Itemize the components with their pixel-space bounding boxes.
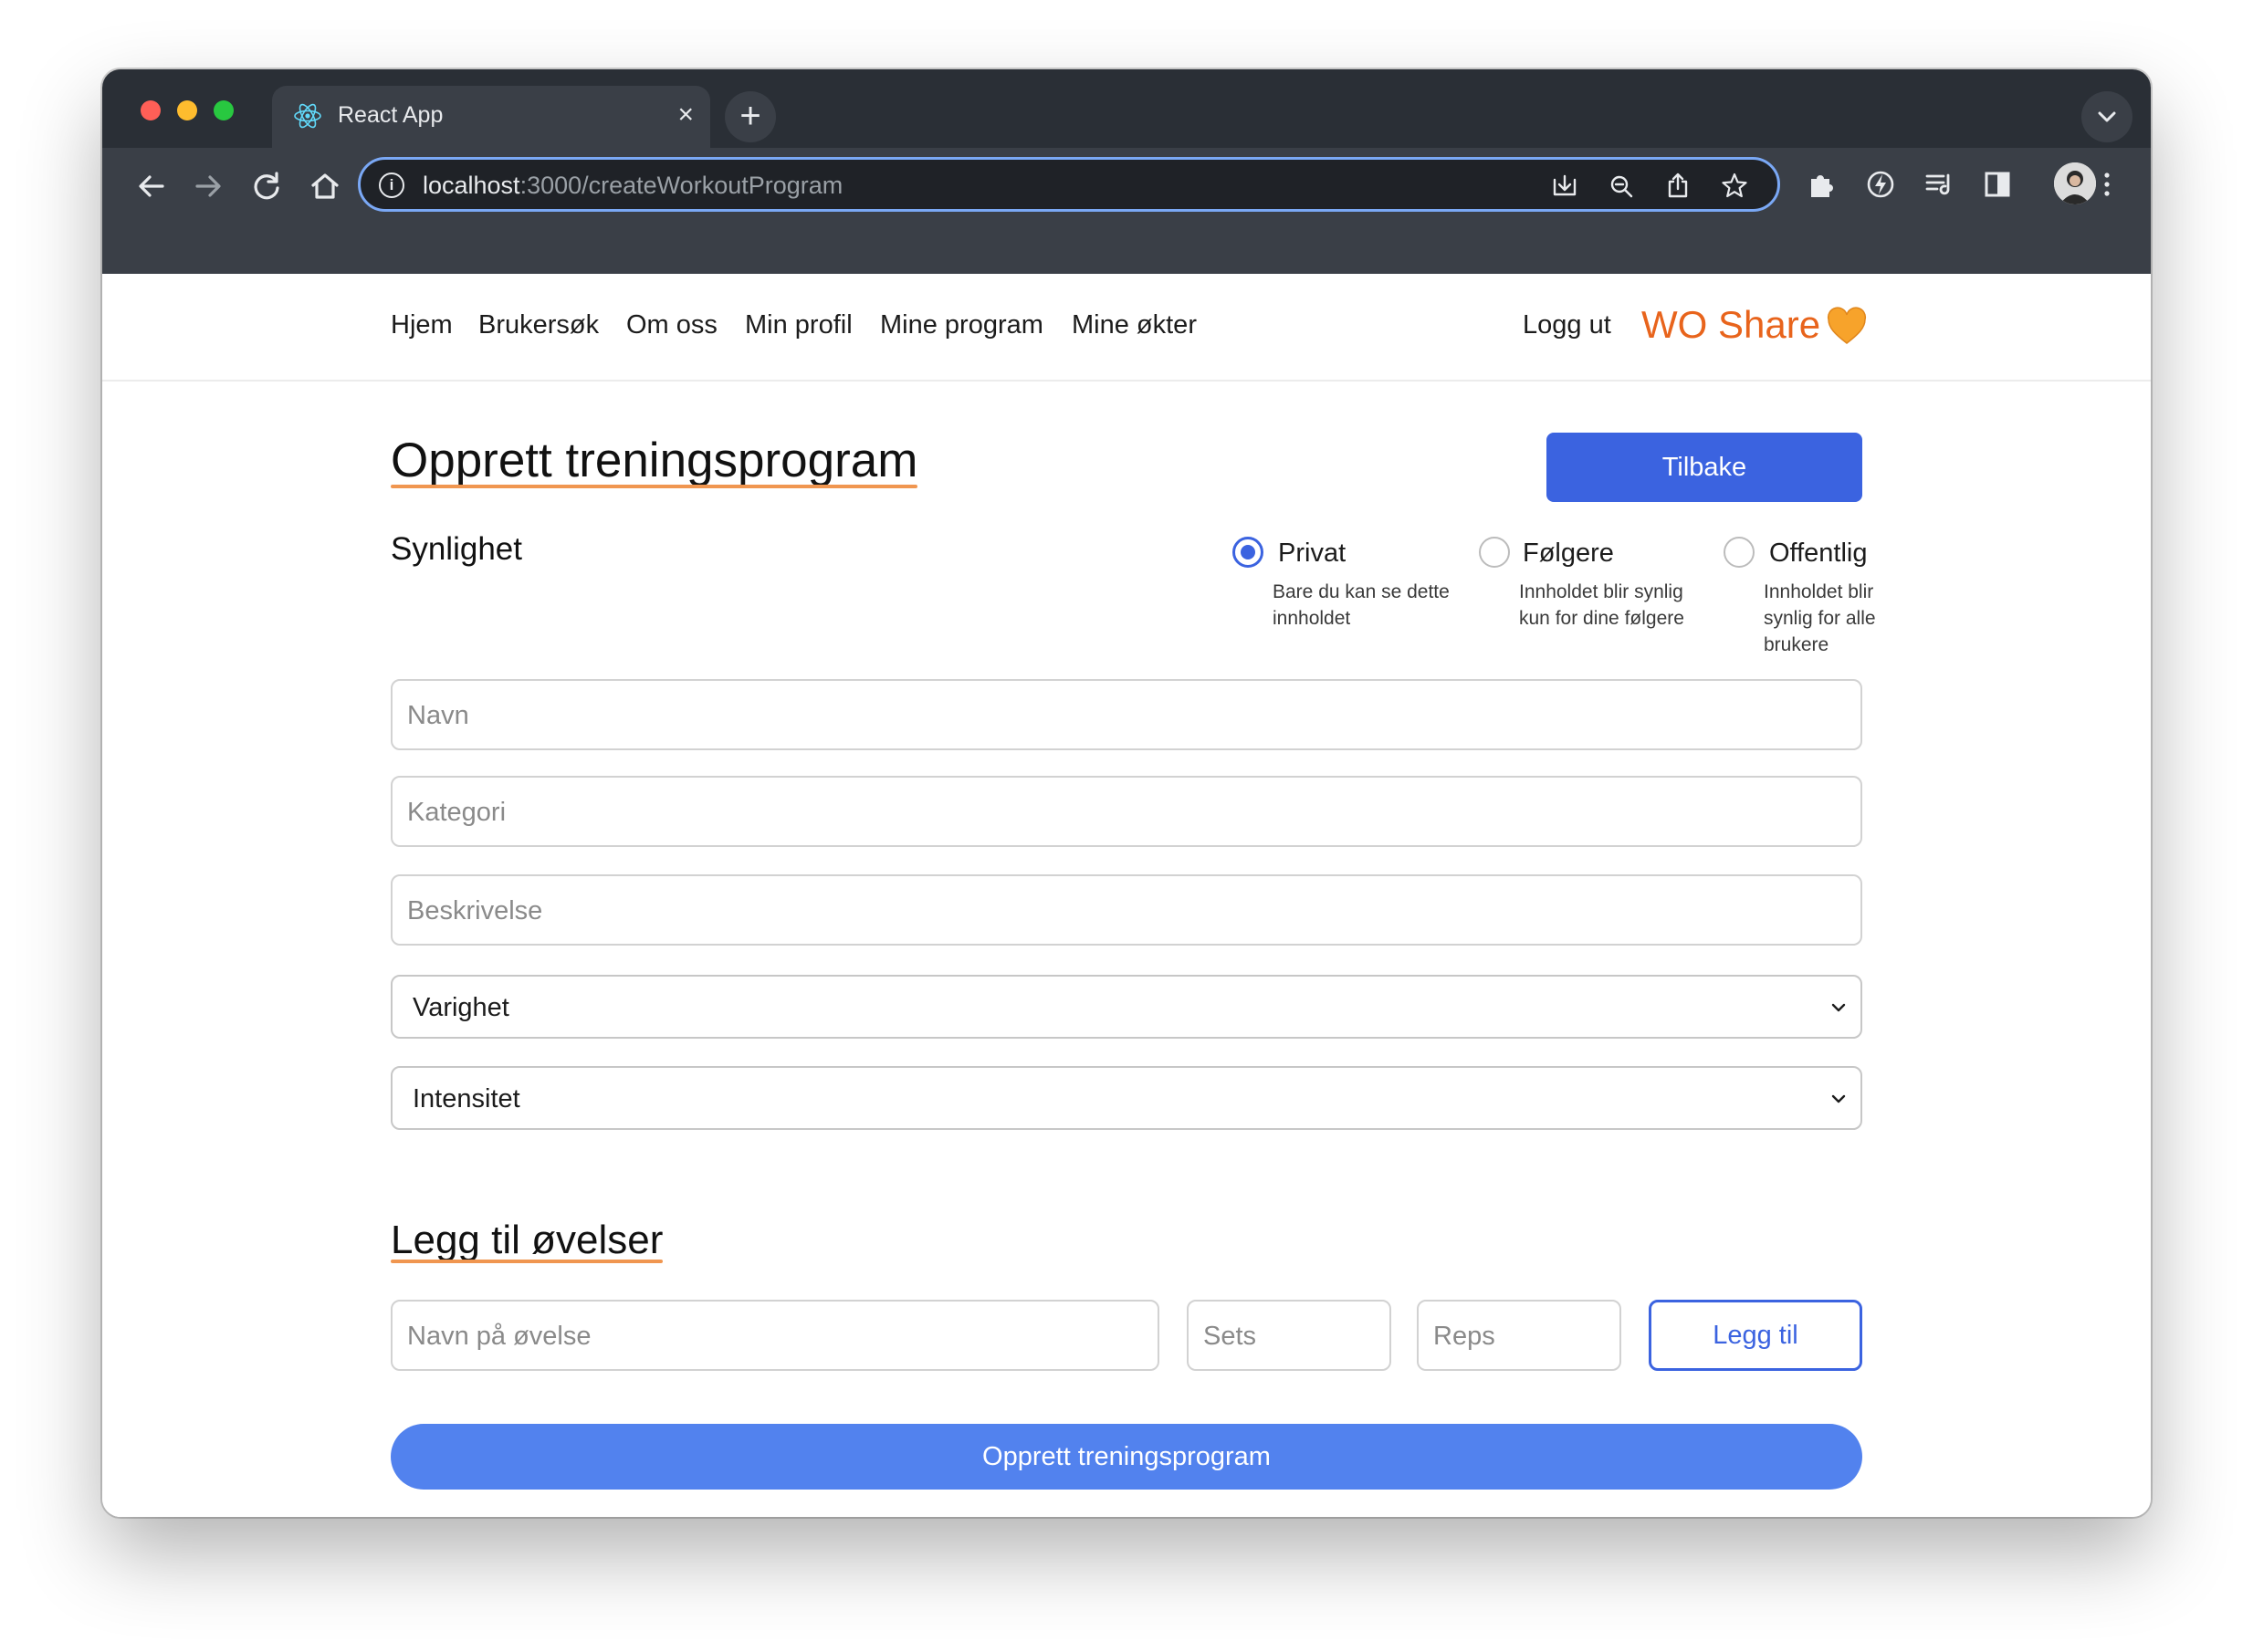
bookmark-star-icon[interactable] xyxy=(1719,171,1750,202)
tab-search-button[interactable] xyxy=(2081,91,2132,142)
orange-heart-icon xyxy=(1827,307,1867,344)
share-icon[interactable] xyxy=(1662,171,1693,202)
more-menu-icon[interactable] xyxy=(2089,166,2125,203)
browser-chrome: React App × + i localhost:3000/createWor… xyxy=(102,69,2151,274)
close-window-button[interactable] xyxy=(141,100,161,120)
install-icon[interactable] xyxy=(1549,171,1580,202)
browser-window: React App × + i localhost:3000/createWor… xyxy=(102,69,2151,1517)
radio-followers-description: Innholdet blir synlig kun for dine følge… xyxy=(1519,581,1684,629)
home-icon[interactable] xyxy=(303,164,347,208)
logout-link[interactable]: Logg ut xyxy=(1523,310,1611,340)
tab-close-icon[interactable]: × xyxy=(677,99,694,131)
radio-private-description: Bare du kan se dette innholdet xyxy=(1273,581,1450,629)
page-content: Hjem Brukersøk Om oss Min profil Mine pr… xyxy=(102,274,2151,1517)
duration-select[interactable]: Varighet xyxy=(391,975,1862,1039)
duration-select-value: Varighet xyxy=(413,993,509,1022)
exercises-heading: Legg til øvelser xyxy=(391,1218,664,1263)
category-placeholder: Kategori xyxy=(407,798,507,827)
reload-icon[interactable] xyxy=(245,164,288,208)
visibility-label: Synlighet xyxy=(391,531,522,567)
nav-link-sessions[interactable]: Mine økter xyxy=(1072,310,1197,340)
nav-link-profile[interactable]: Min profil xyxy=(745,310,853,340)
nav-link-home[interactable]: Hjem xyxy=(391,310,453,340)
back-arrow-icon[interactable] xyxy=(130,164,173,208)
extension-bolt-icon[interactable] xyxy=(1862,166,1899,203)
nav-link-user-search[interactable]: Brukersøk xyxy=(478,310,599,340)
new-tab-button[interactable]: + xyxy=(725,91,776,142)
title-underline xyxy=(391,485,918,488)
page-title: Opprett treningsprogram xyxy=(391,434,918,488)
reps-input[interactable]: Reps xyxy=(1417,1300,1621,1371)
category-input[interactable]: Kategori xyxy=(391,776,1862,847)
radio-followers[interactable] xyxy=(1479,537,1510,568)
sets-placeholder: Sets xyxy=(1203,1322,1257,1351)
react-icon xyxy=(294,103,321,129)
tab-title: React App xyxy=(338,102,444,128)
nav-link-programs[interactable]: Mine program xyxy=(880,310,1043,340)
extensions-puzzle-icon[interactable] xyxy=(1804,166,1840,203)
radio-public-label[interactable]: Offentlig xyxy=(1769,538,1867,569)
radio-public[interactable] xyxy=(1724,537,1755,568)
browser-tab[interactable]: React App × xyxy=(272,86,710,148)
nav-link-about[interactable]: Om oss xyxy=(626,310,718,340)
exercise-name-input[interactable]: Navn på øvelse xyxy=(391,1300,1159,1371)
name-input[interactable]: Navn xyxy=(391,679,1862,750)
radio-private-label[interactable]: Privat xyxy=(1278,538,1346,569)
exercise-name-placeholder: Navn på øvelse xyxy=(407,1322,592,1351)
top-navigation: Hjem Brukersøk Om oss Min profil Mine pr… xyxy=(102,274,2151,382)
brand-logo[interactable]: WO Share xyxy=(1641,303,1820,347)
back-button[interactable]: Tilbake xyxy=(1546,433,1862,502)
info-icon[interactable]: i xyxy=(379,173,404,198)
chevron-down-icon xyxy=(1831,1094,1846,1103)
intensity-select-value: Intensitet xyxy=(413,1084,520,1114)
maximize-window-button[interactable] xyxy=(214,100,234,120)
radio-public-description: Innholdet blir synlig for alle brukere xyxy=(1764,581,1876,655)
url-text[interactable]: localhost:3000/createWorkoutProgram xyxy=(423,172,843,200)
chevron-down-icon xyxy=(2098,111,2116,122)
zoom-icon[interactable] xyxy=(1606,171,1637,202)
reps-placeholder: Reps xyxy=(1433,1322,1495,1351)
create-program-button[interactable]: Opprett treningsprogram xyxy=(391,1424,1862,1490)
forward-arrow-icon[interactable] xyxy=(186,164,230,208)
description-placeholder: Beskrivelse xyxy=(407,896,543,925)
side-panel-icon[interactable] xyxy=(1979,166,2016,203)
description-input[interactable]: Beskrivelse xyxy=(391,874,1862,946)
address-bar[interactable]: i localhost:3000/createWorkoutProgram xyxy=(358,157,1780,212)
browser-toolbar: i localhost:3000/createWorkoutProgram xyxy=(102,148,2151,274)
add-exercise-button[interactable]: Legg til xyxy=(1649,1300,1862,1371)
heading-underline xyxy=(391,1260,664,1263)
radio-private[interactable] xyxy=(1232,537,1263,568)
radio-followers-label[interactable]: Følgere xyxy=(1523,538,1614,569)
name-placeholder: Navn xyxy=(407,701,469,730)
intensity-select[interactable]: Intensitet xyxy=(391,1066,1862,1130)
sets-input[interactable]: Sets xyxy=(1187,1300,1391,1371)
media-queue-icon[interactable] xyxy=(1921,166,1957,203)
chevron-down-icon xyxy=(1831,1003,1846,1012)
minimize-window-button[interactable] xyxy=(177,100,197,120)
